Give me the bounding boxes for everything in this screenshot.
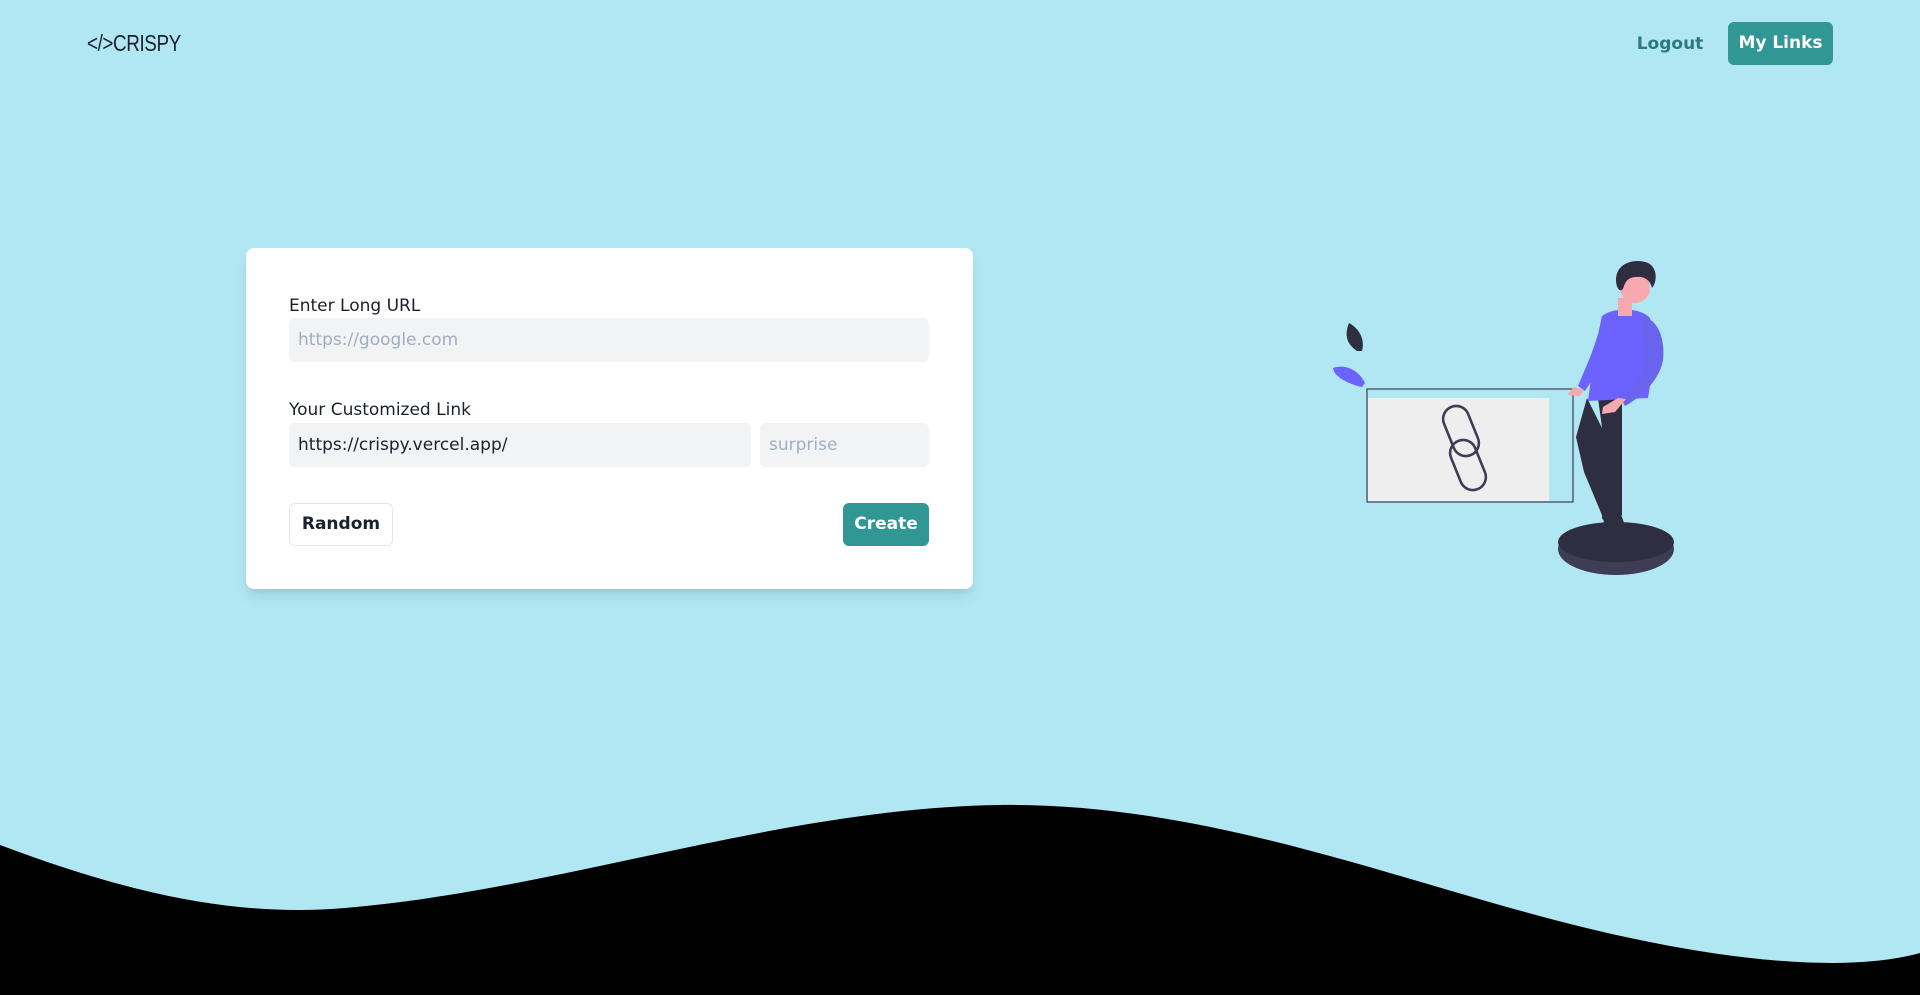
long-url-label: Enter Long URL <box>289 296 421 316</box>
custom-link-label: Your Customized Link <box>289 400 471 420</box>
base-url-field[interactable]: https://crispy.vercel.app/ <box>289 423 751 467</box>
leaf-icon <box>1333 323 1365 387</box>
random-button[interactable]: Random <box>289 503 393 546</box>
person-with-link-illustration <box>1333 261 1674 575</box>
alias-input[interactable]: surprise <box>760 423 929 467</box>
long-url-input[interactable]: https://google.com <box>289 318 929 362</box>
navbar: </>CRISPY Logout My Links <box>0 0 1920 90</box>
create-button[interactable]: Create <box>843 503 929 546</box>
logout-button[interactable]: Logout <box>1620 22 1720 66</box>
logo[interactable]: </>CRISPY <box>87 30 181 57</box>
bottom-wave <box>0 804 1920 995</box>
url-form-card: Enter Long URL https://google.com Your C… <box>246 248 973 589</box>
my-links-button[interactable]: My Links <box>1728 22 1833 65</box>
